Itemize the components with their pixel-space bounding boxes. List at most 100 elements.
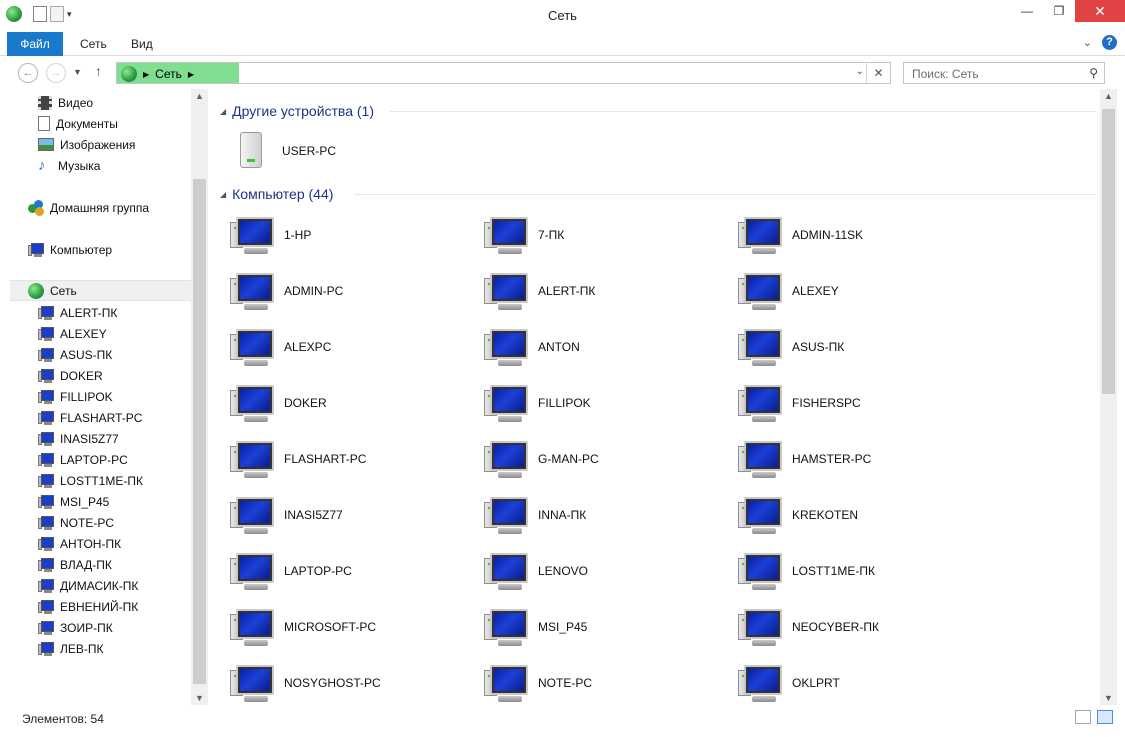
computer-icon	[38, 347, 54, 362]
sidebar-item-network-computer[interactable]: ЕВНЕНИЙ-ПК	[38, 596, 138, 617]
computer-label: DOKER	[284, 396, 327, 410]
computer-label: ALERT-ПК	[538, 284, 596, 298]
scroll-down-icon[interactable]: ▼	[1100, 693, 1117, 703]
sidebar-item-network-computer[interactable]: MSI_P45	[38, 491, 109, 512]
recent-locations-icon[interactable]: ▼	[73, 67, 82, 77]
collapse-icon[interactable]: ◢	[220, 190, 226, 199]
computer-tile[interactable]: MICROSOFT-PC	[230, 603, 470, 651]
search-icon[interactable]: ⚲	[1089, 66, 1098, 80]
sidebar-item-network-computer[interactable]: FILLIPOK	[38, 386, 113, 407]
help-icon[interactable]: ?	[1102, 35, 1117, 50]
breadcrumb-item[interactable]: Сеть	[155, 67, 182, 81]
details-view-button[interactable]	[1075, 710, 1091, 724]
back-button[interactable]: ←	[18, 63, 38, 83]
computer-tile[interactable]: NOSYGHOST-PC	[230, 659, 470, 705]
sidebar-item-label: MSI_P45	[60, 494, 110, 509]
sidebar-item-pictures[interactable]: Изображения	[38, 134, 135, 155]
sidebar-item-network[interactable]: Сеть	[10, 280, 200, 301]
sidebar-item-music[interactable]: ♪ Музыка	[38, 155, 100, 176]
computer-tile[interactable]: DOKER	[230, 379, 470, 427]
computer-icon	[38, 305, 54, 320]
sidebar-item-network-computer[interactable]: ALERT-ПК	[38, 302, 117, 323]
computer-tile[interactable]: LAPTOP-PC	[230, 547, 470, 595]
computer-label: ASUS-ПК	[792, 340, 845, 354]
computer-tile[interactable]: G-MAN-PC	[484, 435, 724, 483]
computer-tile[interactable]: LOSTT1ME-ПК	[738, 547, 978, 595]
sidebar-item-homegroup[interactable]: Домашняя группа	[28, 197, 149, 218]
computer-tile[interactable]: INASI5Z77	[230, 491, 470, 539]
navigation-scrollbar[interactable]: ▲ ▼	[191, 89, 208, 705]
sidebar-item-network-computer[interactable]: DOKER	[38, 365, 103, 386]
sidebar-item-network-computer[interactable]: ЗОИР-ПК	[38, 617, 113, 638]
sidebar-item-label: FILLIPOK	[60, 389, 113, 404]
scrollbar-thumb[interactable]	[1102, 109, 1115, 394]
computer-tile[interactable]: NEOCYBER-ПК	[738, 603, 978, 651]
content-scrollbar[interactable]: ▲ ▼	[1100, 89, 1117, 705]
sidebar-item-network-computer[interactable]: FLASHART-PC	[38, 407, 142, 428]
sidebar-item-network-computer[interactable]: ASUS-ПК	[38, 344, 112, 365]
computer-tile[interactable]: ALEXEY	[738, 267, 978, 315]
computer-tile[interactable]: ADMIN-PC	[230, 267, 470, 315]
computer-tile[interactable]: ALERT-ПК	[484, 267, 724, 315]
sidebar-item-network-computer[interactable]: ALEXEY	[38, 323, 107, 344]
computer-tile[interactable]: KREKOTEN	[738, 491, 978, 539]
tab-file[interactable]: Файл	[7, 32, 63, 56]
scroll-up-icon[interactable]: ▲	[1100, 91, 1117, 101]
sidebar-item-documents[interactable]: Документы	[38, 113, 118, 134]
sidebar-item-network-computer[interactable]: NOTE-PC	[38, 512, 114, 533]
computer-tile[interactable]: ALEXPC	[230, 323, 470, 371]
clear-address-button[interactable]: ✕	[866, 63, 890, 83]
computer-tile[interactable]: 1-HP	[230, 211, 470, 259]
expand-ribbon-icon[interactable]: ⌄	[1083, 36, 1092, 49]
address-dropdown-icon[interactable]: ⌄	[856, 66, 864, 77]
computer-tile[interactable]: OKLPRT	[738, 659, 978, 705]
sidebar-item-network-computer[interactable]: INASI5Z77	[38, 428, 119, 449]
chevron-right-icon[interactable]: ▶	[188, 70, 194, 79]
sidebar-item-label: ДИМАСИК-ПК	[60, 578, 139, 593]
search-box[interactable]: Поиск: Сеть ⚲	[903, 62, 1105, 84]
sidebar-item-label: ЗОИР-ПК	[60, 620, 113, 635]
scroll-up-icon[interactable]: ▲	[191, 91, 208, 101]
computer-tile[interactable]: FLASHART-PC	[230, 435, 470, 483]
sidebar-item-network-computer[interactable]: ВЛАД-ПК	[38, 554, 112, 575]
computer-tile[interactable]: HAMSTER-PC	[738, 435, 978, 483]
computer-tile[interactable]: MSI_P45	[484, 603, 724, 651]
tab-view[interactable]: Вид	[117, 32, 167, 56]
sidebar-item-video[interactable]: Видео	[38, 92, 93, 113]
computer-tile[interactable]: ADMIN-11SK	[738, 211, 978, 259]
computer-tile[interactable]: FILLIPOK	[484, 379, 724, 427]
computer-tile[interactable]: LENOVO	[484, 547, 724, 595]
computer-tile[interactable]: INNA-ПК	[484, 491, 724, 539]
computer-tile[interactable]: NOTE-PC	[484, 659, 724, 705]
group-header-other-devices[interactable]: ◢ Другие устройства (1)	[220, 101, 374, 121]
computer-tile[interactable]: ANTON	[484, 323, 724, 371]
navigation-bar: ← → ▼ ↑ ▶ Сеть ▶ ⌄ ✕ Поиск: Сеть ⚲	[0, 57, 1125, 89]
minimize-button[interactable]: —	[1011, 0, 1043, 22]
sidebar-item-network-computer[interactable]: LAPTOP-PC	[38, 449, 128, 470]
sidebar-item-network-computer[interactable]: ДИМАСИК-ПК	[38, 575, 138, 596]
scroll-down-icon[interactable]: ▼	[191, 693, 208, 703]
sidebar-item-network-computer[interactable]: АНТОН-ПК	[38, 533, 121, 554]
computer-icon	[484, 606, 528, 648]
close-button[interactable]: ✕	[1075, 0, 1125, 22]
address-bar[interactable]: ▶ Сеть ▶ ⌄ ✕	[116, 62, 891, 84]
device-tile[interactable]: USER-PC	[232, 127, 472, 175]
scrollbar-thumb[interactable]	[193, 179, 206, 684]
computer-tile[interactable]: ASUS-ПК	[738, 323, 978, 371]
forward-button[interactable]: →	[46, 63, 66, 83]
tiles-view-button[interactable]	[1097, 710, 1113, 724]
sidebar-item-computer[interactable]: Компьютер	[28, 239, 112, 260]
up-button[interactable]: ↑	[95, 63, 102, 79]
maximize-button[interactable]: ❐	[1043, 0, 1075, 22]
sidebar-item-label: INASI5Z77	[60, 431, 119, 446]
computer-tile[interactable]: FISHERSPC	[738, 379, 978, 427]
sidebar-item-network-computer[interactable]: LOSTT1ME-ПК	[38, 470, 143, 491]
document-icon	[38, 116, 50, 131]
sidebar-item-label: FLASHART-PC	[60, 410, 143, 425]
sidebar-item-network-computer[interactable]: ЛЕВ-ПК	[38, 638, 104, 659]
computer-tile[interactable]: 7-ПК	[484, 211, 724, 259]
tab-network[interactable]: Сеть	[66, 32, 121, 56]
collapse-icon[interactable]: ◢	[220, 107, 226, 116]
group-header-computers[interactable]: ◢ Компьютер (44)	[220, 184, 333, 204]
search-input[interactable]: Поиск: Сеть	[912, 67, 979, 81]
